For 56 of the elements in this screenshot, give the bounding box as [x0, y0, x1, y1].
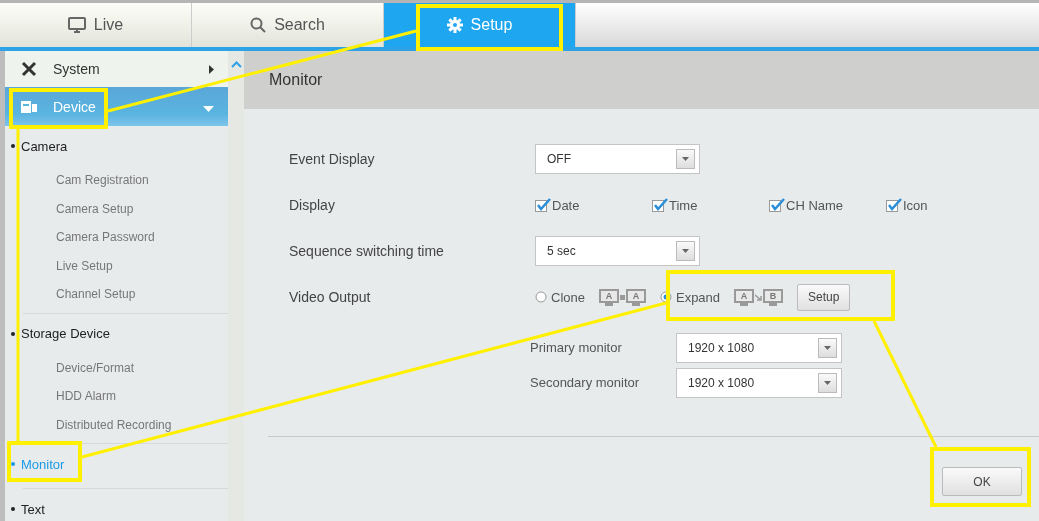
tree-item[interactable]: Cam Registration: [23, 166, 228, 195]
checkbox-label[interactable]: CH Name: [786, 197, 844, 213]
checkbox[interactable]: [769, 198, 785, 212]
monitor-icon: B: [763, 288, 784, 306]
tree-item[interactable]: Distributed Recording: [23, 410, 228, 439]
dropdown-arrow-icon: [682, 157, 689, 161]
monitor-icon: A: [598, 288, 619, 306]
collapse-icon[interactable]: [230, 61, 242, 68]
field-label: Video Output: [289, 289, 372, 305]
radio-button[interactable]: [659, 291, 672, 303]
tab[interactable]: Search: [192, 3, 384, 47]
checkbox[interactable]: [652, 198, 668, 212]
dropdown-arrow-icon: [824, 380, 831, 385]
caret-icon: [209, 65, 214, 74]
field-label: Sequence switching time: [289, 243, 445, 259]
tree-item[interactable]: Camera Setup: [23, 194, 228, 223]
monitor-icon: [67, 17, 86, 33]
field-label: Event Display: [289, 151, 376, 167]
ok-button[interactable]: OK: [942, 467, 1022, 496]
caret-icon: [203, 105, 214, 112]
checkbox-label[interactable]: Date: [552, 197, 580, 213]
field-label: Display: [289, 197, 336, 213]
checkbox[interactable]: [886, 198, 902, 212]
dropdown-arrow-icon: [682, 249, 689, 253]
page-title: Monitor: [269, 71, 323, 89]
radio-label[interactable]: Clone: [551, 289, 585, 305]
tree-item[interactable]: Storage Device: [11, 313, 228, 354]
tree-item[interactable]: Text: [11, 489, 228, 521]
tree-item[interactable]: Live Setup: [23, 251, 228, 280]
dropdown-arrow-icon: [824, 345, 831, 350]
setup-button[interactable]: Setup: [797, 283, 851, 311]
radio-label[interactable]: Expand: [675, 289, 721, 305]
equals-icon: [619, 294, 625, 300]
tree-item[interactable]: Camera Password: [23, 223, 228, 252]
settings-icon: [446, 17, 463, 33]
dropdown[interactable]: 1920 x 1080: [676, 367, 842, 398]
radio-button[interactable]: [535, 291, 547, 303]
tree-item[interactable]: Channel Setup: [23, 280, 228, 309]
menu-item[interactable]: System: [5, 51, 228, 87]
search-icon: [250, 17, 267, 33]
monitor-icon: A: [625, 288, 646, 306]
checkbox-label[interactable]: Icon: [903, 197, 928, 213]
device-icon: [21, 100, 37, 113]
dropdown[interactable]: 5 sec: [535, 236, 700, 266]
dropdown[interactable]: 1920 x 1080: [676, 332, 842, 363]
checkbox-label[interactable]: Time: [669, 197, 698, 213]
tab[interactable]: Live: [0, 3, 192, 47]
field-label: Primary monitor: [530, 340, 623, 355]
dropdown[interactable]: OFF: [535, 144, 700, 174]
field-label: Secondary monitor: [530, 375, 641, 390]
monitor-icon: A: [734, 288, 755, 306]
arrow-icon: [755, 293, 763, 301]
checkbox[interactable]: [535, 198, 551, 212]
tree-item[interactable]: Device/Format: [23, 353, 228, 382]
tree-item[interactable]: Camera: [11, 126, 228, 166]
tree-item[interactable]: HDD Alarm: [23, 382, 228, 411]
